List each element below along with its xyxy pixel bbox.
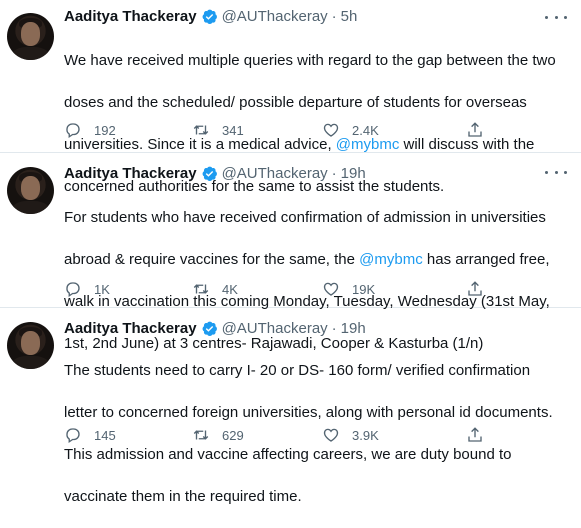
tweet[interactable]: Aaditya Thackeray @AUThackeray · 5h We h… <box>0 0 581 195</box>
retweet-button[interactable]: 341 <box>192 121 322 139</box>
tweet-text-line: letter to concerned foreign universities… <box>64 404 553 421</box>
reply-count: 1K <box>94 281 110 297</box>
avatar[interactable] <box>7 322 54 369</box>
author-handle[interactable]: @AUThackeray <box>222 8 328 25</box>
like-button[interactable]: 2.4K <box>322 121 466 139</box>
reply-count: 145 <box>94 427 116 443</box>
tweet[interactable]: Aaditya Thackeray @AUThackeray · 19h For… <box>0 153 581 352</box>
tweet-actions: 192 341 2.4K <box>64 120 494 140</box>
tweet-actions: 1K 4K 19K <box>64 279 494 299</box>
retweet-count: 341 <box>222 122 244 138</box>
tweet-actions: 145 629 3.9K <box>64 425 494 445</box>
share-button[interactable] <box>466 426 484 444</box>
avatar[interactable] <box>7 167 54 214</box>
timestamp[interactable]: 19h <box>341 320 366 337</box>
tweet-header: Aaditya Thackeray @AUThackeray · 5h <box>64 6 357 26</box>
share-button[interactable] <box>466 121 484 139</box>
separator-dot: · <box>331 7 337 25</box>
reply-icon <box>66 123 80 139</box>
tweet-text-line: We have received multiple queries with r… <box>64 52 556 69</box>
verified-badge-icon <box>202 9 217 24</box>
retweet-button[interactable]: 4K <box>192 280 322 298</box>
reply-button[interactable]: 192 <box>64 121 192 139</box>
tweet-text-line: abroad & require vaccines for the same, … <box>64 249 564 270</box>
author-handle[interactable]: @AUThackeray <box>222 320 328 337</box>
retweet-button[interactable]: 629 <box>192 426 322 444</box>
tweet-header: Aaditya Thackeray @AUThackeray · 19h <box>64 163 366 183</box>
like-icon <box>323 428 339 442</box>
reply-button[interactable]: 145 <box>64 426 192 444</box>
mention-link[interactable]: @mybmc <box>359 251 423 268</box>
author-handle[interactable]: @AUThackeray <box>222 165 328 182</box>
tweet-text-line: This admission and vaccine affecting car… <box>64 446 512 463</box>
tweet-feed: Aaditya Thackeray @AUThackeray · 5h We h… <box>0 0 581 505</box>
retweet-icon <box>193 284 209 294</box>
tweet-header: Aaditya Thackeray @AUThackeray · 19h <box>64 318 366 338</box>
like-button[interactable]: 3.9K <box>322 426 466 444</box>
retweet-icon <box>193 125 209 135</box>
more-icon[interactable] <box>545 165 567 179</box>
reply-button[interactable]: 1K <box>64 280 192 298</box>
avatar[interactable] <box>7 13 54 60</box>
verified-badge-icon <box>202 321 217 336</box>
tweet-text-line: The students need to carry I- 20 or DS- … <box>64 362 531 379</box>
tweet[interactable]: Aaditya Thackeray @AUThackeray · 19h The… <box>0 308 581 505</box>
timestamp[interactable]: 5h <box>341 8 358 25</box>
reply-count: 192 <box>94 122 116 138</box>
like-count: 19K <box>352 281 376 297</box>
like-button[interactable]: 19K <box>322 280 466 298</box>
reply-icon <box>66 428 80 444</box>
share-icon <box>468 122 482 137</box>
tweet-text-line: For students who have received confirmat… <box>64 209 546 226</box>
tweet-text-fragment: abroad & require vaccines for the same, … <box>64 251 360 268</box>
like-count: 3.9K <box>352 427 379 443</box>
share-button[interactable] <box>466 280 484 298</box>
like-icon <box>323 123 339 137</box>
more-icon[interactable] <box>545 10 567 24</box>
like-count: 2.4K <box>352 122 379 138</box>
like-icon <box>323 282 339 296</box>
tweet-text-line: vaccinate them in the required time. <box>64 488 302 505</box>
retweet-count: 4K <box>222 281 238 297</box>
separator-dot: · <box>331 164 337 182</box>
tweet-text-fragment: has arranged free, <box>422 251 550 268</box>
retweet-count: 629 <box>222 427 244 443</box>
retweet-icon <box>193 430 209 440</box>
separator-dot: · <box>331 319 337 337</box>
timestamp[interactable]: 19h <box>341 165 366 182</box>
tweet-text-line: doses and the scheduled/ possible depart… <box>64 94 527 111</box>
share-icon <box>468 281 482 296</box>
share-icon <box>468 427 482 442</box>
author-name[interactable]: Aaditya Thackeray <box>64 320 197 337</box>
verified-badge-icon <box>202 166 217 181</box>
author-name[interactable]: Aaditya Thackeray <box>64 8 197 25</box>
reply-icon <box>66 282 80 298</box>
author-name[interactable]: Aaditya Thackeray <box>64 165 197 182</box>
